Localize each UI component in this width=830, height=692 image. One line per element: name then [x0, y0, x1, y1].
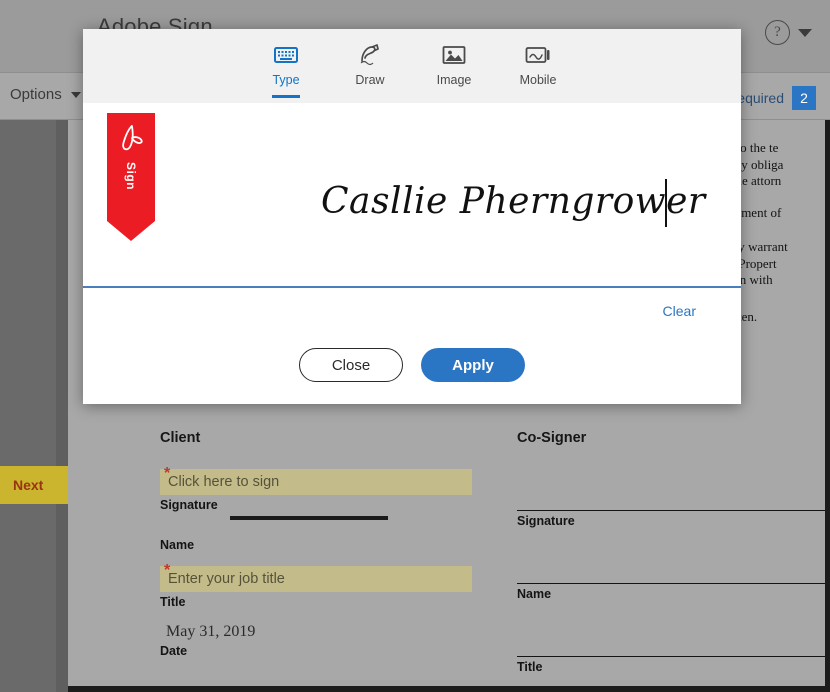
- signature-dialog-footer: Clear Close Apply: [83, 288, 741, 404]
- pen-icon: [358, 42, 382, 68]
- adobe-logo-icon: [116, 123, 146, 155]
- signature-input-area[interactable]: Sign Casllie Pherngrower: [83, 103, 741, 288]
- tab-type[interactable]: Type: [255, 42, 317, 95]
- required-asterisk-icon: *: [164, 465, 170, 483]
- tab-mobile-label: Mobile: [520, 73, 557, 87]
- tab-draw-label: Draw: [355, 73, 384, 87]
- cosigner-signature-field-block: Signature: [517, 469, 829, 528]
- cosigner-name-field-block: Name: [517, 542, 829, 601]
- tab-draw[interactable]: Draw: [339, 42, 401, 95]
- options-button[interactable]: Options: [10, 86, 81, 103]
- client-column: Client * Click here to sign Signature Na…: [160, 430, 472, 688]
- text-caret: [665, 179, 667, 227]
- client-name-field-block: Name: [160, 538, 472, 552]
- clear-button[interactable]: Clear: [663, 303, 696, 319]
- cosigner-title-field[interactable]: [517, 615, 829, 657]
- document-bottom-border: [68, 686, 830, 692]
- client-title-caption: Title: [160, 595, 472, 609]
- sign-flag-label: Sign: [124, 162, 138, 190]
- chevron-down-icon: [71, 92, 81, 98]
- client-signature-caption: Signature: [160, 498, 472, 512]
- next-field-button[interactable]: Next: [0, 466, 78, 504]
- client-signature-placeholder: Click here to sign: [168, 474, 279, 490]
- cosigner-column: Co-Signer Signature Name Title Date: [517, 430, 829, 688]
- apply-button[interactable]: Apply: [421, 348, 525, 382]
- keyboard-icon: [274, 42, 298, 68]
- client-date-value: May 31, 2019: [160, 623, 472, 641]
- sign-flag-point: [107, 221, 155, 241]
- close-button[interactable]: Close: [299, 348, 403, 382]
- cosigner-heading: Co-Signer: [517, 430, 829, 446]
- client-signature-field[interactable]: * Click here to sign: [160, 469, 472, 495]
- signature-dialog: Type Draw: [83, 29, 741, 404]
- client-name-caption: Name: [160, 538, 472, 552]
- client-date-caption: Date: [160, 644, 472, 658]
- required-asterisk-icon: *: [164, 562, 170, 580]
- client-title-field-block: * Enter your job title Title: [160, 566, 472, 609]
- next-label: Next: [13, 477, 43, 493]
- left-rail: [0, 120, 56, 692]
- image-icon: [442, 42, 466, 68]
- tab-image[interactable]: Image: [423, 42, 485, 95]
- mobile-icon: [525, 42, 551, 68]
- cosigner-signature-field[interactable]: [517, 469, 829, 511]
- required-count-badge: 2: [792, 86, 816, 110]
- adobe-sign-window: Adobe Sign ? Options Required 2 Next pan…: [0, 0, 830, 692]
- client-date-field-block: May 31, 2019 Date: [160, 623, 472, 658]
- signature-mode-tabs: Type Draw: [83, 29, 741, 103]
- client-heading: Client: [160, 430, 472, 446]
- cosigner-name-caption: Name: [517, 587, 829, 601]
- document-right-border: [825, 120, 830, 692]
- help-icon[interactable]: ?: [765, 20, 790, 45]
- client-signature-field-block: * Click here to sign Signature: [160, 469, 472, 512]
- options-label: Options: [10, 86, 62, 103]
- signature-value[interactable]: Casllie Pherngrower: [321, 181, 706, 222]
- tab-image-label: Image: [437, 73, 472, 87]
- cosigner-name-field[interactable]: [517, 542, 829, 584]
- sign-flag-body: Sign: [107, 113, 155, 221]
- cosigner-title-caption: Title: [517, 660, 829, 674]
- signature-block: Client * Click here to sign Signature Na…: [160, 430, 830, 688]
- cosigner-title-field-block: Title: [517, 615, 829, 674]
- help-menu[interactable]: ?: [765, 20, 812, 45]
- tab-mobile[interactable]: Mobile: [507, 42, 569, 95]
- left-rail-divider: [56, 120, 68, 692]
- cosigner-signature-caption: Signature: [517, 514, 829, 528]
- tab-type-label: Type: [272, 73, 299, 87]
- client-title-placeholder: Enter your job title: [168, 571, 285, 587]
- dialog-actions: Close Apply: [83, 348, 741, 382]
- chevron-down-icon[interactable]: [798, 29, 812, 37]
- sign-flag: Sign: [107, 113, 155, 241]
- client-title-field[interactable]: * Enter your job title: [160, 566, 472, 592]
